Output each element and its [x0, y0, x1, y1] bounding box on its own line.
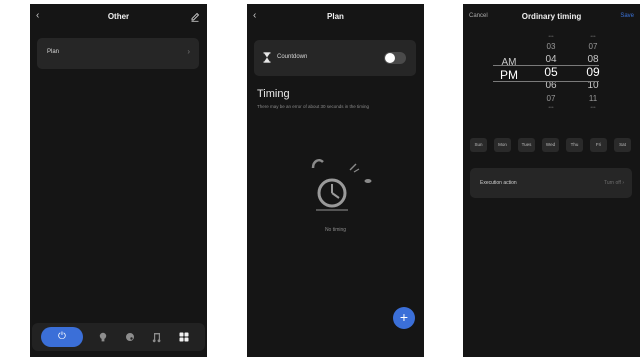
page-title: Plan — [327, 12, 344, 21]
day-wed[interactable]: Wed — [542, 138, 559, 152]
hour-selected: 05 — [544, 65, 558, 79]
minute-selected: 09 — [586, 65, 600, 79]
bottom-tab-bar: ⏻ — [32, 323, 205, 351]
power-icon: ⏻ — [58, 331, 66, 342]
toggle-knob — [385, 53, 395, 63]
countdown-toggle[interactable] — [384, 52, 406, 64]
minute-option: 07 — [588, 42, 598, 51]
hour-option: 07 — [546, 94, 556, 103]
save-button[interactable]: Save — [620, 13, 634, 19]
day-tues[interactable]: Tues — [518, 138, 535, 152]
page-title: Ordinary timing — [521, 12, 582, 21]
plan-item[interactable]: Plan › — [37, 38, 199, 69]
add-timing-button[interactable]: + — [393, 307, 415, 329]
weekday-selector: Sun Mon Tues Wed Thu Fri Sat — [470, 138, 636, 152]
chevron-right-icon: › — [187, 47, 190, 56]
bulb-icon[interactable] — [97, 331, 109, 343]
edit-icon[interactable] — [190, 12, 200, 22]
day-sat[interactable]: Sat — [614, 138, 631, 152]
header: ‹ Plan — [247, 8, 424, 30]
header: ‹ Other — [30, 8, 207, 30]
minute-column[interactable]: ••• 07 08 09 10 11 ••• — [579, 34, 607, 111]
picker-selection-line — [493, 65, 599, 66]
hour-option: 03 — [546, 42, 556, 51]
grid-icon[interactable] — [178, 331, 190, 343]
time-picker[interactable]: AM PM ••• 03 04 05 06 07 ••• ••• 07 08 0… — [497, 34, 615, 120]
palette-icon[interactable] — [124, 331, 136, 343]
day-fri[interactable]: Fri — [590, 138, 607, 152]
screen-ordinary-timing: Cancel Ordinary timing Save AM PM ••• 03… — [463, 4, 640, 357]
music-icon[interactable] — [151, 331, 163, 343]
day-mon[interactable]: Mon — [494, 138, 511, 152]
execution-action-value: Turn off › — [603, 180, 624, 186]
minute-option: 11 — [588, 94, 598, 103]
day-thu[interactable]: Thu — [566, 138, 583, 152]
countdown-row: Countdown — [254, 40, 416, 76]
hour-column[interactable]: ••• 03 04 05 06 07 ••• — [537, 34, 565, 111]
picker-selection-line — [493, 81, 599, 82]
hourglass-icon — [263, 52, 271, 63]
power-button[interactable]: ⏻ — [41, 327, 83, 347]
execution-action-label: Execution action — [480, 180, 517, 186]
plan-item-label: Plan — [47, 49, 60, 55]
period-column[interactable]: AM PM — [497, 56, 521, 82]
countdown-label: Countdown — [277, 54, 308, 60]
empty-state-text: No timing — [324, 227, 347, 233]
execution-action-row[interactable]: Execution action Turn off › — [470, 168, 632, 198]
plus-icon: + — [399, 309, 409, 325]
header: Cancel Ordinary timing Save — [463, 8, 640, 30]
timing-note: There may be an error of about 30 second… — [257, 104, 370, 109]
screen-other: ‹ Other Plan › ⏻ — [30, 4, 207, 357]
timing-heading: Timing — [257, 88, 290, 100]
screen-plan: ‹ Plan Countdown Timing There may be an … — [247, 4, 424, 357]
day-sun[interactable]: Sun — [470, 138, 487, 152]
alarm-clock-icon — [311, 159, 372, 211]
page-title: Other — [107, 12, 130, 21]
